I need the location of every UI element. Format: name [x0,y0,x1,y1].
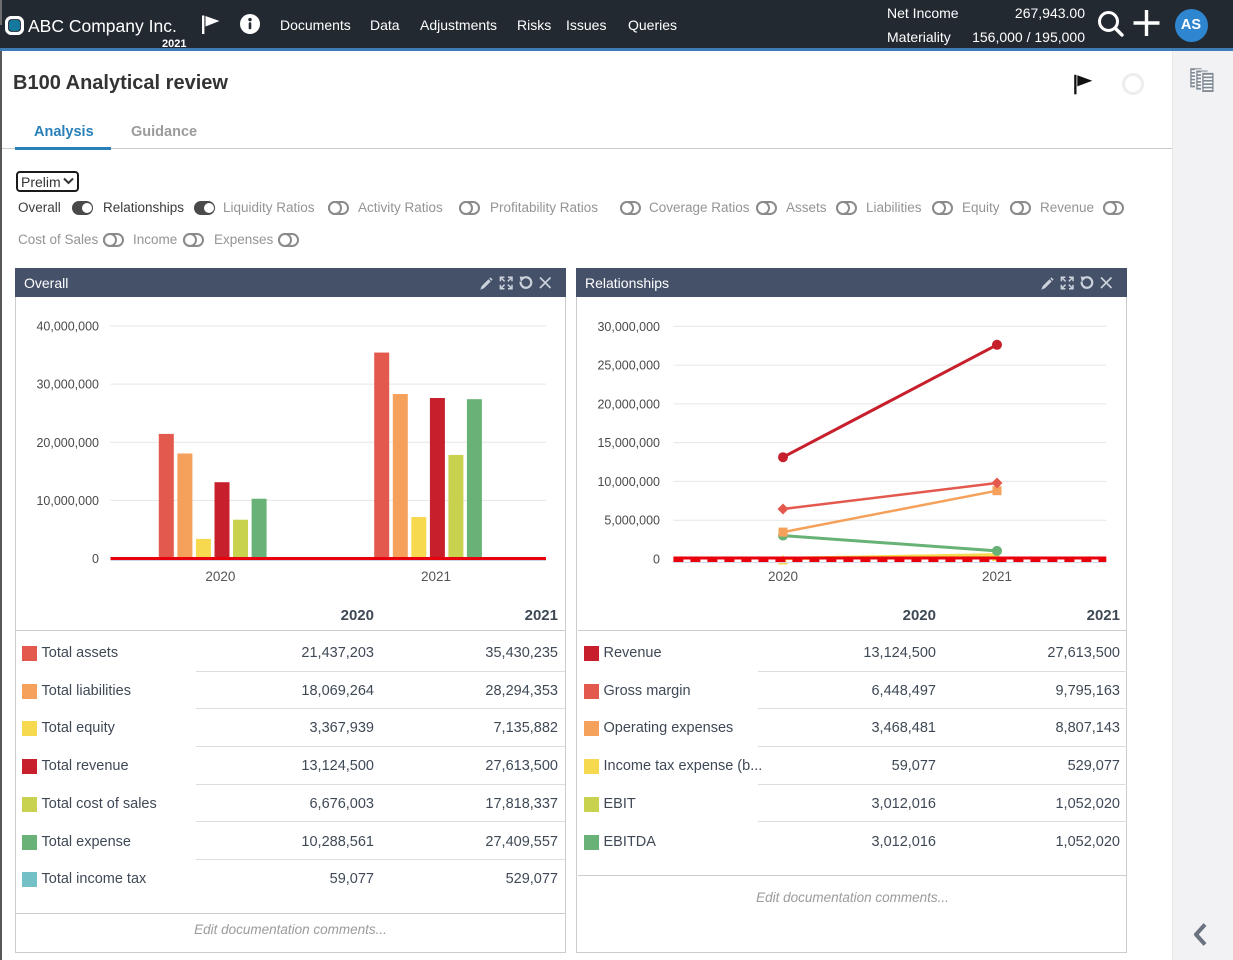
svg-text:20,000,000: 20,000,000 [597,397,660,411]
svg-text:20,000,000: 20,000,000 [36,436,99,450]
svg-text:0: 0 [92,552,99,566]
svg-text:10,000,000: 10,000,000 [36,494,99,508]
svg-text:0: 0 [653,553,660,567]
svg-text:30,000,000: 30,000,000 [597,320,660,334]
svg-text:25,000,000: 25,000,000 [597,359,660,373]
svg-text:2020: 2020 [768,569,798,584]
svg-text:10,000,000: 10,000,000 [597,475,660,489]
svg-text:2020: 2020 [205,569,235,584]
svg-text:15,000,000: 15,000,000 [597,436,660,450]
svg-text:2021: 2021 [982,569,1012,584]
svg-text:40,000,000: 40,000,000 [36,320,99,334]
svg-text:2021: 2021 [421,569,451,584]
svg-text:30,000,000: 30,000,000 [36,378,99,392]
svg-text:5,000,000: 5,000,000 [604,514,660,528]
